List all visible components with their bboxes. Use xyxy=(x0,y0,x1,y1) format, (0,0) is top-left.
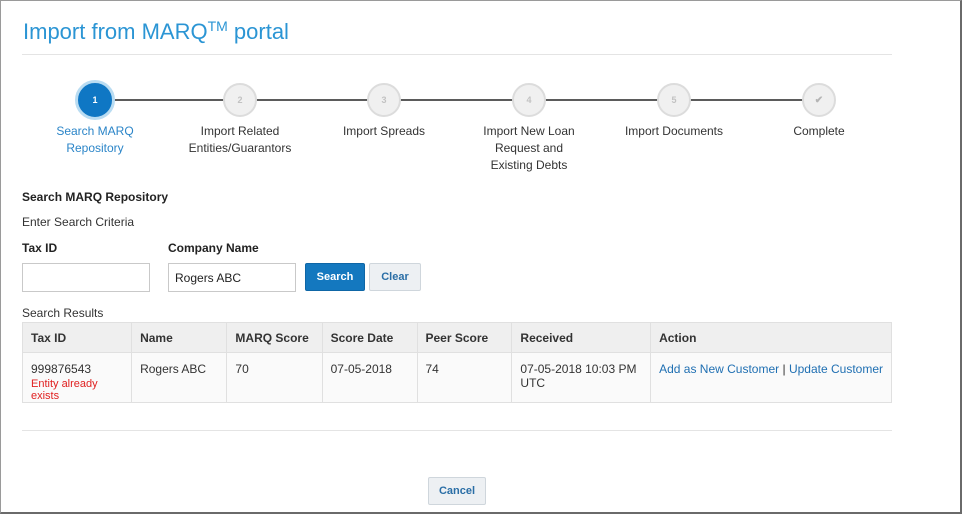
cell-action: Add as New Customer | Update Customer xyxy=(650,352,892,403)
step-import-new-loan[interactable]: 4 Import New Loan Request and Existing D… xyxy=(459,80,599,174)
cell-score-date: 07-05-2018 xyxy=(321,352,418,403)
tax-id-input[interactable] xyxy=(22,263,150,292)
step-number-circle: 1 xyxy=(75,80,115,120)
step-import-spreads[interactable]: 3 Import Spreads xyxy=(314,80,454,140)
cell-peer-score: 74 xyxy=(416,352,513,403)
cell-marq-score: 70 xyxy=(226,352,323,403)
title-divider xyxy=(22,54,892,55)
results-table: Tax ID Name MARQ Score Score Date Peer S… xyxy=(21,322,892,403)
step-number-circle: 4 xyxy=(512,83,546,117)
step-number-circle: 2 xyxy=(223,83,257,117)
step-label: Import New Loan Request and Existing Deb… xyxy=(483,124,575,172)
column-header: MARQ Score xyxy=(226,322,323,353)
window-frame xyxy=(0,0,962,514)
trademark-superscript: TM xyxy=(207,18,228,34)
company-name-label: Company Name xyxy=(168,241,259,255)
cancel-button[interactable]: Cancel xyxy=(428,477,486,505)
step-label: Import Documents xyxy=(624,124,724,138)
step-import-documents[interactable]: 5 Import Documents xyxy=(604,80,744,140)
table-row: 999876543 Entity already exists Rogers A… xyxy=(21,352,892,403)
step-label: Complete xyxy=(793,124,845,138)
tax-id-label: Tax ID xyxy=(22,241,58,255)
step-number-circle: 5 xyxy=(657,83,691,117)
results-label: Search Results xyxy=(22,306,104,320)
entity-exists-error: Entity already exists xyxy=(31,378,98,402)
column-header: Score Date xyxy=(321,322,418,353)
action-separator: | xyxy=(782,362,786,376)
search-button[interactable]: Search xyxy=(305,263,365,291)
table-header-row: Tax ID Name MARQ Score Score Date Peer S… xyxy=(21,322,892,353)
column-header: Received xyxy=(511,322,652,353)
checkmark-icon: ✔ xyxy=(802,83,836,117)
cell-tax-id: 999876543 Entity already exists xyxy=(21,352,133,403)
criteria-label: Enter Search Criteria xyxy=(22,215,135,229)
cell-name: Rogers ABC xyxy=(131,352,228,403)
column-header: Name xyxy=(131,322,228,353)
update-customer-link[interactable]: Update Customer xyxy=(789,362,883,376)
add-as-new-customer-link[interactable]: Add as New Customer xyxy=(659,362,779,376)
step-search-marq[interactable]: 1 Search MARQ Repository xyxy=(25,80,165,157)
import-stepper: 1 Search MARQ Repository 2 Import Relate… xyxy=(0,80,962,172)
tax-id-value: 999876543 xyxy=(31,362,92,376)
step-label: Search MARQ Repository xyxy=(56,124,134,155)
clear-button[interactable]: Clear xyxy=(369,263,421,291)
cell-received: 07-05-2018 10:03 PM UTC xyxy=(511,352,652,403)
step-complete[interactable]: ✔ Complete xyxy=(749,80,889,140)
step-number-circle: 3 xyxy=(367,83,401,117)
column-header: Action xyxy=(650,322,892,353)
page-title: Import from MARQTM portal xyxy=(23,18,289,44)
company-name-input[interactable] xyxy=(168,263,296,292)
column-header: Tax ID xyxy=(21,322,133,353)
step-label: Import Spreads xyxy=(342,124,426,138)
section-title: Search MARQ Repository xyxy=(22,190,169,204)
step-import-related-entities[interactable]: 2 Import Related Entities/Guarantors xyxy=(170,80,310,157)
footer-divider xyxy=(22,430,892,431)
step-label: Import Related Entities/Guarantors xyxy=(188,124,292,155)
column-header: Peer Score xyxy=(416,322,513,353)
